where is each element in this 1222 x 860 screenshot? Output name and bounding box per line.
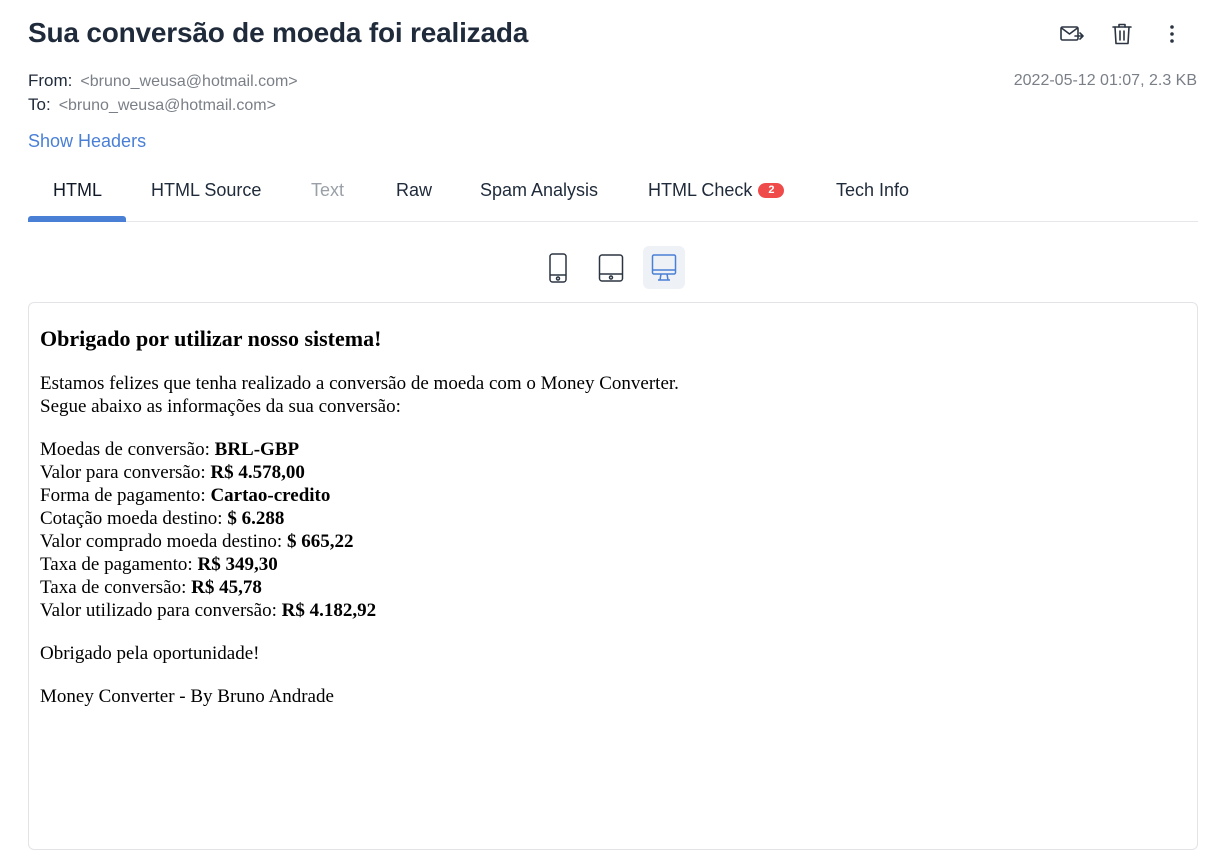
from-row: From: <bruno_weusa@hotmail.com>: [28, 71, 298, 91]
intro-paragraph: Estamos felizes que tenha realizado a co…: [40, 372, 679, 418]
from-label: From:: [28, 71, 73, 90]
intro-line-2: Segue abaixo as informações da sua conve…: [40, 396, 401, 417]
detail-value: BRL-GBP: [214, 439, 300, 460]
email-body: Obrigado por utilizar nosso sistema! Est…: [40, 327, 679, 728]
to-label: To:: [28, 95, 51, 114]
trash-icon[interactable]: [1108, 20, 1136, 48]
detail-label: Taxa de pagamento:: [40, 554, 198, 575]
email-subject: Sua conversão de moeda foi realizada: [28, 17, 529, 48]
email-preview-frame: Obrigado por utilizar nosso sistema! Est…: [28, 302, 1198, 850]
tab-html[interactable]: HTML: [53, 180, 102, 201]
body-heading: Obrigado por utilizar nosso sistema!: [40, 326, 382, 351]
desktop-preview-button[interactable]: [643, 246, 685, 289]
detail-value: R$ 4.182,92: [281, 600, 377, 621]
conversion-details: Moedas de conversão: BRL-GBP Valor para …: [40, 438, 679, 622]
mobile-preview-button[interactable]: [537, 246, 579, 289]
forward-icon[interactable]: [1058, 20, 1086, 48]
signature: Money Converter - By Bruno Andrade: [40, 686, 334, 707]
tab-raw[interactable]: Raw: [396, 180, 432, 201]
tablet-icon: [598, 253, 624, 282]
more-icon[interactable]: [1158, 20, 1186, 48]
detail-value: R$ 45,78: [191, 577, 262, 598]
tab-text[interactable]: Text: [311, 180, 344, 201]
detail-label: Moedas de conversão:: [40, 439, 215, 460]
mobile-icon: [549, 252, 567, 283]
tablet-preview-button[interactable]: [590, 246, 632, 289]
to-address: <bruno_weusa@hotmail.com>: [58, 97, 276, 114]
detail-value: $ 6.288: [227, 508, 285, 529]
detail-label: Cotação moeda destino:: [40, 508, 228, 529]
tab-html-source[interactable]: HTML Source: [151, 180, 261, 201]
show-headers-link[interactable]: Show Headers: [28, 131, 146, 152]
desktop-icon: [651, 253, 677, 281]
thanks-paragraph: Obrigado pela oportunidade!: [40, 643, 260, 664]
intro-line-1: Estamos felizes que tenha realizado a co…: [40, 373, 679, 394]
detail-value: Cartao-credito: [210, 485, 331, 506]
detail-value: R$ 4.578,00: [210, 462, 305, 483]
from-address: <bruno_weusa@hotmail.com>: [80, 73, 298, 90]
detail-label: Forma de pagamento:: [40, 485, 211, 506]
detail-label: Valor comprado moeda destino:: [40, 531, 287, 552]
detail-value: R$ 349,30: [197, 554, 278, 575]
to-row: To: <bruno_weusa@hotmail.com>: [28, 95, 276, 115]
detail-label: Taxa de conversão:: [40, 577, 192, 598]
detail-label: Valor utilizado para conversão:: [40, 600, 282, 621]
tab-tech-info[interactable]: Tech Info: [836, 180, 909, 201]
tab-html-check-label: HTML Check: [648, 180, 753, 200]
device-preview-switcher: [537, 246, 685, 289]
date-size: 2022-05-12 01:07, 2.3 KB: [1013, 72, 1197, 89]
active-tab-indicator: [28, 216, 126, 222]
tab-html-check[interactable]: HTML Check 2: [648, 180, 785, 201]
tab-spam-analysis[interactable]: Spam Analysis: [480, 180, 598, 201]
html-check-badge: 2: [758, 183, 785, 198]
message-actions: [1058, 20, 1186, 48]
detail-label: Valor para conversão:: [40, 462, 211, 483]
view-tabs: HTML HTML Source Text Raw Spam Analysis …: [28, 165, 1198, 222]
detail-value: $ 665,22: [286, 531, 354, 552]
